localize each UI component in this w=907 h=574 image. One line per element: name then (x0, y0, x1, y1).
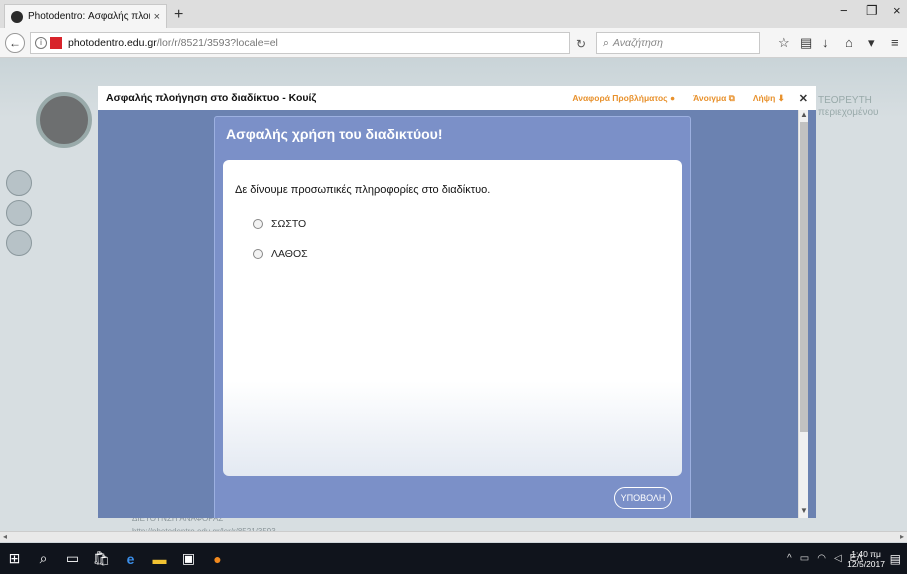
info-icon[interactable]: i (35, 37, 47, 49)
option-correct[interactable]: ΣΩΣΤΟ (253, 218, 306, 230)
tray-chevron-icon[interactable]: ^ (787, 553, 792, 564)
reading-list-icon[interactable]: ▤ (800, 35, 812, 51)
option-wrong[interactable]: ΛΑΘΟΣ (253, 248, 308, 260)
battery-icon[interactable]: ▭ (800, 553, 809, 564)
maximize-button[interactable]: ❐ (866, 3, 878, 19)
chat-bubble-icon: ● (669, 93, 676, 103)
tab-title: Photodentro: Ασφαλής πλοι (28, 11, 150, 22)
app-icon[interactable]: ▣ (174, 543, 203, 574)
address-bar[interactable]: i photodentro.edu.gr /lor/r/8521/3593?lo… (30, 32, 570, 54)
pocket-icon[interactable]: ▾ (868, 35, 875, 51)
firefox-icon[interactable]: ● (203, 543, 232, 574)
radio-button[interactable] (253, 249, 263, 259)
open-link[interactable]: Άνοιγμα ⧉ (693, 93, 735, 104)
edge-browser-icon[interactable]: e (116, 543, 145, 574)
clock-time: 1:40 πμ (851, 549, 881, 559)
downloads-icon[interactable]: ↓ (822, 35, 829, 50)
bg-right-line-2: περιεχομένου (818, 107, 879, 118)
modal-body: Ασφαλής χρήση του διαδικτύου! Δε δίνουμε… (98, 110, 816, 518)
scroll-up-icon[interactable]: ▲ (799, 110, 809, 122)
tab-close-icon[interactable]: × (154, 11, 160, 23)
clock[interactable]: 1:40 πμ 12/5/2017 (847, 549, 885, 569)
download-icon: ⬇ (777, 92, 785, 103)
url-path: /lor/r/8521/3593?locale=el (156, 37, 278, 49)
open-label: Άνοιγμα (693, 92, 727, 103)
modal-title: Ασφαλής πλοήγηση στο διαδίκτυο - Κουίζ (106, 92, 317, 104)
report-problem-link[interactable]: Αναφορά Προβλήματος ● (572, 93, 675, 103)
store-icon[interactable]: 🛍 (87, 543, 116, 574)
windows-taskbar: ⊞ ⌕ ▭ 🛍 e ▬ ▣ ● ^ ▭ ◠ ◁ ΕΛ 1:40 πμ 12/5/… (0, 543, 907, 574)
back-arrow-icon: ← (9, 36, 21, 50)
photodentro-logo-icon (36, 92, 92, 148)
home-icon[interactable]: ⌂ (845, 35, 853, 50)
search-placeholder: Αναζήτηση (612, 37, 663, 49)
quiz-panel: Ασφαλής χρήση του διαδικτύου! Δε δίνουμε… (214, 116, 691, 518)
option-label: ΣΩΣΤΟ (271, 218, 307, 230)
background-right-text: ΤΕΟΡΕΥΤΗ περιεχομένου (818, 95, 879, 119)
bookmark-star-icon[interactable]: ☆ (778, 35, 790, 51)
download-link[interactable]: Λήψη ⬇ (753, 93, 785, 104)
menu-icon[interactable]: ≡ (891, 35, 899, 50)
horizontal-scrollbar[interactable]: ◂ ▸ (0, 531, 907, 542)
back-button[interactable]: ← (5, 33, 25, 53)
report-problem-label: Αναφορά Προβλήματος (572, 93, 668, 103)
volume-icon[interactable]: ◁ (834, 553, 842, 564)
search-taskbar-icon[interactable]: ⌕ (29, 543, 58, 574)
clock-date: 12/5/2017 (847, 559, 885, 569)
radio-button[interactable] (253, 219, 263, 229)
search-icon: ⌕ (603, 36, 609, 49)
submit-button[interactable]: ΥΠΟΒΟΛΗ (614, 487, 672, 509)
navigation-bar: ← i photodentro.edu.gr /lor/r/8521/3593?… (0, 28, 907, 58)
site-favicon-icon (11, 10, 23, 23)
open-window-icon: ⧉ (728, 92, 735, 103)
question-text: Δε δίνουμε προσωπικές πληροφορίες στο δι… (235, 184, 491, 196)
question-card: Δε δίνουμε προσωπικές πληροφορίες στο δι… (223, 160, 682, 476)
scroll-left-icon[interactable]: ◂ (3, 532, 7, 541)
scroll-right-icon[interactable]: ▸ (900, 532, 904, 541)
notifications-icon[interactable]: ▤ (890, 552, 901, 566)
minimize-button[interactable]: − (840, 3, 848, 18)
scroll-thumb[interactable] (800, 122, 808, 432)
quiz-title: Ασφαλής χρήση του διαδικτύου! (226, 126, 443, 142)
window-close-button[interactable]: × (893, 3, 901, 18)
url-host: photodentro.edu.gr (68, 37, 157, 49)
start-windows-icon[interactable]: ⊞ (0, 543, 29, 574)
bg-right-line-1: ΤΕΟΡΕΥΤΗ (818, 95, 872, 106)
quiz-modal: Ασφαλής πλοήγηση στο διαδίκτυο - Κουίζ Α… (98, 86, 816, 518)
new-tab-button[interactable]: + (174, 6, 183, 24)
reload-icon[interactable]: ↻ (576, 37, 586, 51)
search-input[interactable]: ⌕ Αναζήτηση (596, 32, 760, 54)
site-identity-icon (50, 37, 62, 49)
side-icon-1[interactable] (6, 170, 32, 196)
network-icon[interactable]: ◠ (817, 553, 826, 564)
side-globe-icon[interactable] (6, 200, 32, 226)
scroll-down-icon[interactable]: ▼ (799, 506, 809, 518)
option-label: ΛΑΘΟΣ (271, 248, 308, 260)
download-label: Λήψη (752, 92, 776, 103)
file-explorer-icon[interactable]: ▬ (145, 543, 174, 574)
modal-close-button[interactable]: ✕ (799, 92, 808, 105)
modal-scrollbar[interactable]: ▲ ▼ (798, 110, 808, 518)
modal-header: Ασφαλής πλοήγηση στο διαδίκτυο - Κουίζ Α… (98, 86, 816, 110)
side-quiz-icon[interactable] (6, 230, 32, 256)
browser-tab[interactable]: Photodentro: Ασφαλής πλοι × (4, 4, 167, 28)
task-view-icon[interactable]: ▭ (58, 543, 87, 574)
tab-strip: Photodentro: Ασφαλής πλοι × + − ❐ × (0, 0, 907, 28)
